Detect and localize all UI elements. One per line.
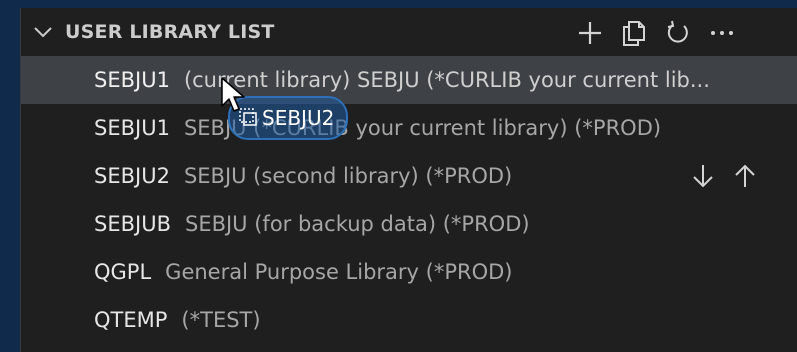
header-actions bbox=[573, 18, 739, 48]
copy-icon[interactable] bbox=[617, 18, 651, 48]
library-description: (*TEST) bbox=[181, 308, 261, 332]
library-name: SEBJUB bbox=[94, 212, 171, 236]
panel-title: USER LIBRARY LIST bbox=[65, 21, 275, 43]
library-name: SEBJU2 bbox=[94, 164, 170, 188]
drag-label: SEBJU2 bbox=[262, 106, 335, 130]
mouse-cursor-icon bbox=[220, 76, 246, 116]
panel-header[interactable]: USER LIBRARY LIST bbox=[21, 8, 797, 56]
more-icon[interactable] bbox=[705, 18, 739, 48]
list-item[interactable]: SEBJUB SEBJU (for backup data) (*PROD) bbox=[21, 200, 797, 248]
move-up-icon[interactable] bbox=[731, 162, 759, 190]
library-description: SEBJU (for backup data) (*PROD) bbox=[184, 212, 530, 236]
list-item[interactable]: QGPL General Purpose Library (*PROD) bbox=[21, 248, 797, 296]
library-name: SEBJU1 bbox=[94, 68, 170, 92]
library-list: SEBJU1 (current library) SEBJU (*CURLIB … bbox=[21, 56, 797, 344]
library-description: General Purpose Library (*PROD) bbox=[165, 260, 513, 284]
library-name: QGPL bbox=[94, 260, 152, 284]
list-item[interactable]: SEBJU1 SEBJU (*CURLIB your current libra… bbox=[21, 104, 797, 152]
refresh-icon[interactable] bbox=[661, 18, 695, 48]
list-item[interactable]: SEBJU1 (current library) SEBJU (*CURLIB … bbox=[21, 56, 797, 104]
move-down-icon[interactable] bbox=[689, 162, 717, 190]
library-description: (current library) SEBJU (*CURLIB your cu… bbox=[183, 68, 710, 92]
add-icon[interactable] bbox=[573, 18, 607, 48]
drag-preview-chip: SEBJU2 bbox=[228, 96, 349, 140]
chevron-down-icon[interactable] bbox=[33, 24, 53, 40]
row-actions bbox=[689, 162, 759, 190]
list-item[interactable]: SEBJU2 SEBJU (second library) (*PROD) bbox=[21, 152, 797, 200]
user-library-list-panel: USER LIBRARY LIST SEBJU1 (current librar… bbox=[20, 8, 797, 352]
library-description: SEBJU (second library) (*PROD) bbox=[183, 164, 513, 188]
library-name: SEBJU1 bbox=[94, 116, 170, 140]
list-item[interactable]: QTEMP (*TEST) bbox=[21, 296, 797, 344]
library-name: QTEMP bbox=[94, 308, 168, 332]
